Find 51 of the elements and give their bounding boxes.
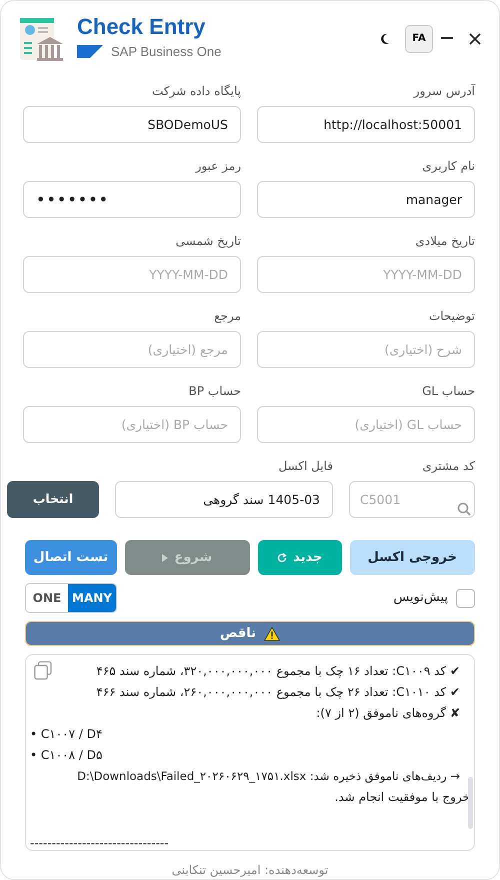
- input-field[interactable]: •••••••: [23, 181, 241, 218]
- log-line: → ردیف‌های ناموفق ذخیره شد: D:\Downloads\Failed_۲۰۲۶۰۶۲۹_۱۷۵۱.xlsx: [76, 768, 460, 785]
- check-entry-logo-icon: [19, 16, 63, 62]
- field-label: نام کاربری: [421, 158, 475, 175]
- log-line: ✔ کد C۱۰۰۹: تعداد ۱۶ چک با مجموع ۳۲۰,۰۰۰,۰۰۰,۰۰۰، شماره سند ۴۶۵: [95, 663, 460, 680]
- search-field[interactable]: C5001: [349, 481, 475, 518]
- export-button[interactable]: خروجی اکسل: [350, 540, 475, 575]
- field-label: توضیحات: [428, 308, 475, 325]
- field-label: مرجع: [213, 308, 241, 325]
- log-line: ✘ گروه‌های ناموفق (۲ از ۷):: [315, 705, 460, 722]
- language-button[interactable]: FA: [405, 24, 433, 52]
- status-label: ناقص: [220, 624, 256, 643]
- field-label: تاریخ شمسی: [174, 233, 241, 250]
- minimize-icon[interactable]: [441, 37, 453, 40]
- copy-icon[interactable]: [34, 661, 52, 680]
- field-label: تاریخ میلادی: [414, 233, 475, 250]
- app-subtitle: SAP Business One: [111, 42, 222, 61]
- field-label: حساب BP: [188, 383, 241, 400]
- input-field[interactable]: manager: [257, 181, 475, 218]
- select-file-button[interactable]: انتخاب: [7, 481, 99, 518]
- log-line: • C۱۰۰۸ / D۵: [30, 747, 104, 764]
- field-label: فایل اکسل: [278, 458, 333, 475]
- input-field[interactable]: شرح (اختیاری): [257, 331, 475, 368]
- input-field[interactable]: YYYY-MM-DD: [257, 256, 475, 293]
- field-label: آدرس سرور: [412, 82, 475, 100]
- field-label: کد مشتری: [421, 458, 475, 475]
- log-line: • C۱۰۰۷ / D۴: [30, 726, 104, 743]
- log-separator: --------------------------------: [30, 835, 170, 850]
- log-line: خروج با موفقیت انجام شد.: [334, 789, 470, 806]
- input-field[interactable]: 1405-03 سند گروهی: [115, 481, 333, 518]
- log-line: ✔ کد C۱۰۱۰: تعداد ۲۶ چک با مجموع ۲۶۰,۰۰۰,۰۰۰,۰۰۰، شماره سند ۴۶۶: [95, 684, 460, 701]
- moon-icon[interactable]: [381, 34, 389, 44]
- draft-checkbox[interactable]: [456, 588, 475, 608]
- draft-label: پیش‌نویس: [393, 589, 448, 608]
- mode-toggle-option[interactable]: MANY: [68, 584, 116, 612]
- input-field[interactable]: مرجع (اختیاری): [23, 331, 241, 368]
- field-label: حساب GL: [421, 383, 475, 400]
- field-label: رمز عبور: [194, 158, 241, 175]
- input-field[interactable]: SBODemoUS: [23, 106, 241, 143]
- field-label: پایگاه داده شرکت: [150, 83, 241, 100]
- input-field[interactable]: http://localhost:50001: [257, 106, 475, 143]
- developer-credit: توسعه‌دهنده: امیرحسین تنکابنی: [170, 862, 330, 879]
- app-title: Check Entry: [77, 16, 206, 38]
- input-field[interactable]: حساب BP (اختیاری): [23, 406, 241, 443]
- input-field[interactable]: حساب GL (اختیاری): [257, 406, 475, 443]
- sap-logo-icon: [77, 45, 103, 58]
- input-field[interactable]: YYYY-MM-DD: [23, 256, 241, 293]
- play-icon: [162, 554, 168, 562]
- refresh-icon: [277, 552, 288, 562]
- search-icon[interactable]: [457, 502, 471, 516]
- close-icon[interactable]: [469, 32, 481, 44]
